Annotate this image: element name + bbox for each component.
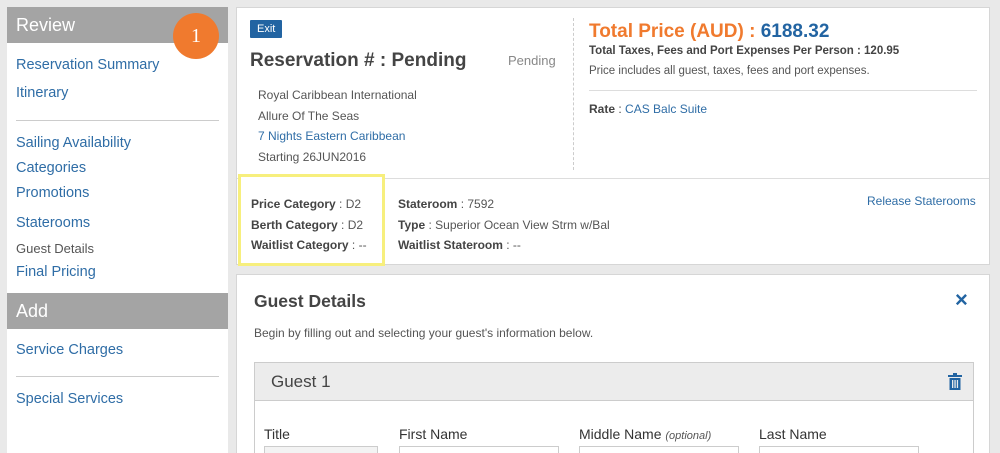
first-name-input[interactable]: [399, 446, 559, 453]
sidebar-divider: [16, 376, 219, 377]
middle-name-input[interactable]: [579, 446, 739, 453]
total-price: Total Price (AUD) : 6188.32: [589, 21, 829, 43]
waitlist-stateroom-label: Waitlist Stateroom: [398, 238, 503, 252]
price-category-value: : D2: [339, 197, 362, 211]
rate-value[interactable]: CAS Balc Suite: [625, 102, 707, 116]
stateroom-info: Stateroom : 7592 Type : Superior Ocean V…: [398, 194, 610, 256]
exit-button[interactable]: Exit: [250, 20, 283, 38]
release-staterooms-link[interactable]: Release Staterooms: [867, 194, 976, 208]
optional-hint: (optional): [665, 430, 712, 442]
sidebar-item-guest-details: Guest Details: [16, 241, 95, 256]
guest-details-card: Guest Details × Begin by filling out and…: [236, 274, 990, 453]
last-name-label: Last Name: [759, 426, 827, 442]
guest-panel-header: Guest 1: [255, 363, 973, 401]
taxes-per-person: Total Taxes, Fees and Port Expenses Per …: [589, 45, 900, 57]
step-number-badge: 1: [173, 13, 219, 59]
price-includes-note: Price includes all guest, taxes, fees an…: [589, 65, 870, 77]
trash-icon[interactable]: [948, 373, 962, 390]
waitlist-category: Waitlist Category : --: [251, 235, 367, 256]
guest-details-instructions: Begin by filling out and selecting your …: [254, 326, 594, 340]
title-field-label: Title: [264, 426, 290, 442]
middle-name-label-text: Middle Name: [579, 426, 662, 442]
guest-panel: Guest 1 Title First Name Middle Name (op…: [254, 362, 974, 453]
waitlist-stateroom-value: : --: [506, 238, 521, 252]
category-info: Price Category : D2 Berth Category : D2 …: [251, 194, 367, 256]
price-category: Price Category : D2: [251, 194, 367, 215]
review-header-label: Review: [16, 15, 76, 35]
berth-category-label: Berth Category: [251, 217, 338, 232]
stateroom-label: Stateroom: [398, 197, 458, 211]
stateroom-value: : 7592: [460, 197, 495, 211]
cruise-line: Royal Caribbean International: [258, 88, 417, 102]
sidebar-item-service-charges[interactable]: Service Charges: [7, 342, 228, 358]
first-name-label: First Name: [399, 426, 468, 442]
sidebar-item-special-services[interactable]: Special Services: [7, 391, 228, 407]
berth-category: Berth Category : D2: [251, 215, 367, 236]
title-select[interactable]: [264, 446, 378, 453]
waitlist-category-value: : --: [351, 238, 367, 252]
sidebar-item-reservation-summary[interactable]: Reservation Summary: [7, 57, 228, 73]
itinerary-link[interactable]: 7 Nights Eastern Caribbean: [258, 126, 417, 147]
berth-category-value: : D2: [341, 217, 364, 232]
sidebar: Review 1 Reservation Summary Itinerary S…: [7, 7, 228, 453]
total-price-value: 6188.32: [760, 21, 830, 42]
stateroom-type-label: Type: [398, 217, 426, 232]
sidebar-item-staterooms[interactable]: Staterooms: [7, 215, 228, 231]
rate-label: Rate: [589, 102, 616, 116]
last-name-input[interactable]: [759, 446, 919, 453]
sidebar-add-header: Add: [7, 293, 228, 329]
stateroom-type: Type : Superior Ocean View Strm w/Bal: [398, 215, 610, 236]
total-price-label: Total Price (AUD) :: [589, 21, 756, 42]
cruise-info: Royal Caribbean International Allure Of …: [258, 85, 417, 167]
guest-details-title: Guest Details: [254, 291, 366, 311]
sidebar-item-categories[interactable]: Categories: [7, 160, 228, 176]
sidebar-item-sailing-availability[interactable]: Sailing Availability: [7, 135, 228, 151]
price-category-label: Price Category: [251, 197, 336, 211]
rate: Rate : CAS Balc Suite: [589, 102, 708, 116]
stateroom-type-value: : Superior Ocean View Strm w/Bal: [428, 217, 610, 232]
rate-divider: [589, 90, 977, 91]
sidebar-item-itinerary[interactable]: Itinerary: [7, 85, 228, 101]
reservation-title: Reservation # : Pending: [250, 50, 467, 71]
close-icon[interactable]: ×: [955, 287, 968, 313]
waitlist-stateroom: Waitlist Stateroom : --: [398, 235, 610, 256]
stateroom-number: Stateroom : 7592: [398, 194, 610, 215]
vertical-divider: [573, 18, 574, 170]
sidebar-item-promotions[interactable]: Promotions: [7, 185, 228, 201]
sidebar-divider: [16, 120, 219, 121]
sidebar-item-final-pricing[interactable]: Final Pricing: [7, 264, 228, 280]
middle-name-label: Middle Name (optional): [579, 426, 711, 442]
ship-name: Allure Of The Seas: [258, 108, 360, 123]
add-header-label: Add: [16, 301, 49, 321]
reservation-summary-card: Exit Reservation # : Pending Pending Roy…: [236, 7, 990, 266]
reservation-status: Pending: [508, 53, 556, 68]
guest-title: Guest 1: [271, 372, 331, 391]
sailing-start-date: Starting 26JUN2016: [258, 149, 367, 164]
waitlist-category-label: Waitlist Category: [251, 238, 349, 252]
